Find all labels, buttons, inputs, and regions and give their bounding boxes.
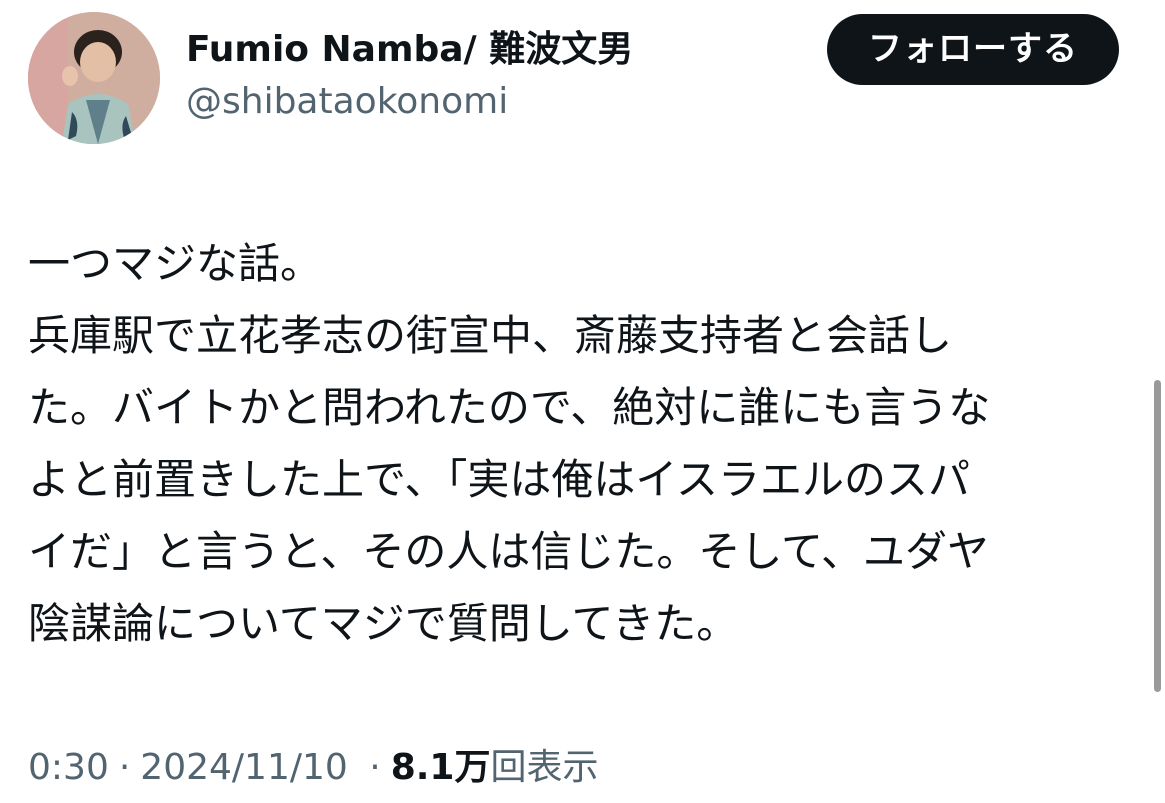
views-label: 回表示 xyxy=(490,747,599,788)
tweet-text-line: 陰謀論についてマジで質問してきた。 xyxy=(28,599,739,648)
tweet-text-line: 兵庫駅で立花孝志の街宣中、斎藤支持者と会話し xyxy=(28,311,953,360)
avatar[interactable] xyxy=(28,12,160,144)
scrollbar[interactable] xyxy=(1154,380,1161,692)
tweet-date: 2024/11/10 xyxy=(140,747,348,788)
tweet-meta: 0:30 · 2024/11/10 · 8.1万回表示 xyxy=(28,742,599,794)
tweet-time: 0:30 xyxy=(28,747,109,788)
tweet-text-line: た。バイトかと問われたので、絶対に誰にも言うな xyxy=(28,383,991,432)
tweet-text-line: イだ」と言うと、その人は信じた。そして、ユダヤ xyxy=(28,527,989,576)
meta-separator: · xyxy=(369,747,381,788)
views-count: 8.1万 xyxy=(390,747,491,788)
follow-button[interactable]: フォローする xyxy=(827,14,1119,85)
tweet-text-line: よと前置きした上で、「実は俺はイスラエルのスパ xyxy=(28,455,971,504)
tweet-time-link[interactable]: 0:30 · 2024/11/10 xyxy=(28,747,359,788)
child-portrait-avatar-icon xyxy=(28,12,160,144)
tweet-card: Fumio Namba/ 難波文男 @shibataokonomi フォローする… xyxy=(0,0,1165,803)
tweet-text: 一つマジな話。 兵庫駅で立花孝志の街宣中、斎藤支持者と会話し た。バイトかと問わ… xyxy=(28,228,1138,660)
display-name[interactable]: Fumio Namba/ 難波文男 xyxy=(186,26,633,74)
user-handle[interactable]: @shibataokonomi xyxy=(186,78,508,126)
tweet-text-line: 一つマジな話。 xyxy=(28,239,323,288)
meta-separator: · xyxy=(118,747,131,788)
